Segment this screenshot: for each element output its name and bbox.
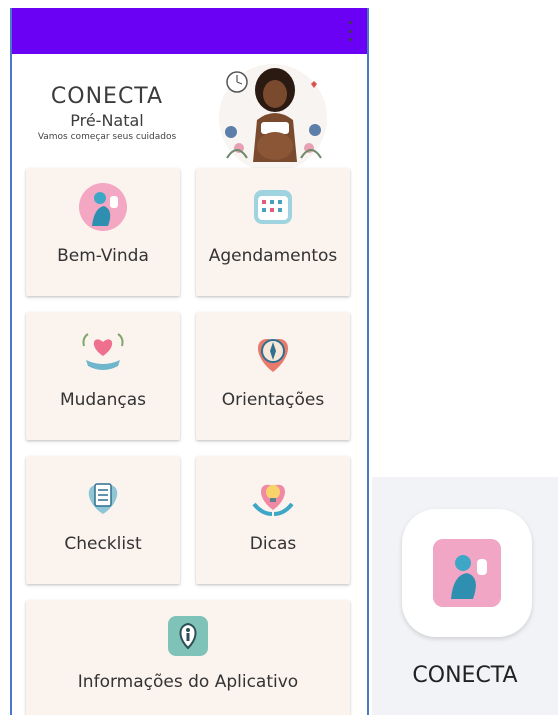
info-location-icon (168, 616, 208, 656)
header: CONECTA Pré-Natal Vamos começar seus cui… (12, 54, 367, 174)
clipboard-heart-icon (88, 483, 118, 514)
lightbulb-hands-icon (252, 484, 294, 516)
menu-card-mudancas[interactable]: Mudanças (26, 312, 180, 440)
pregnant-woman-illustration (219, 64, 327, 172)
phone-screen: CONECTA Pré-Natal Vamos começar seus cui… (10, 8, 369, 715)
info-label: Informações do Aplicativo (77, 672, 299, 692)
calendar-icon (254, 190, 292, 224)
menu-label: Agendamentos (208, 246, 338, 266)
app-launcher-label: CONECTA (412, 663, 518, 688)
overflow-menu-icon[interactable] (347, 21, 353, 41)
app-launcher-icon[interactable] (402, 509, 532, 637)
tagline: Vamos começar seus cuidados (37, 132, 177, 142)
app-title: CONECTA (50, 84, 164, 109)
pregnant-mother-icon (79, 183, 127, 231)
menu-card-informacoes[interactable]: Informações do Aplicativo (26, 600, 350, 715)
app-bar (12, 8, 367, 54)
menu-card-agendamentos[interactable]: Agendamentos (196, 168, 350, 296)
heart-hand-icon (82, 333, 124, 370)
brand: CONECTA Pré-Natal Vamos começar seus cui… (12, 84, 202, 142)
menu-label: Checklist (64, 534, 142, 554)
compass-heart-icon (257, 338, 289, 372)
app-subtitle: Pré-Natal (70, 111, 144, 130)
menu-card-dicas[interactable]: Dicas (196, 456, 350, 584)
menu-label: Bem-Vinda (57, 246, 149, 266)
menu-card-checklist[interactable]: Checklist (26, 456, 180, 584)
menu-card-bem-vinda[interactable]: Bem-Vinda (26, 168, 180, 296)
menu-label: Dicas (249, 534, 297, 554)
pregnant-mother-icon (433, 539, 501, 607)
menu-card-orientacoes[interactable]: Orientações (196, 312, 350, 440)
menu-label: Mudanças (59, 390, 147, 410)
launcher-preview: CONECTA (372, 477, 558, 715)
menu-label: Orientações (221, 390, 325, 410)
